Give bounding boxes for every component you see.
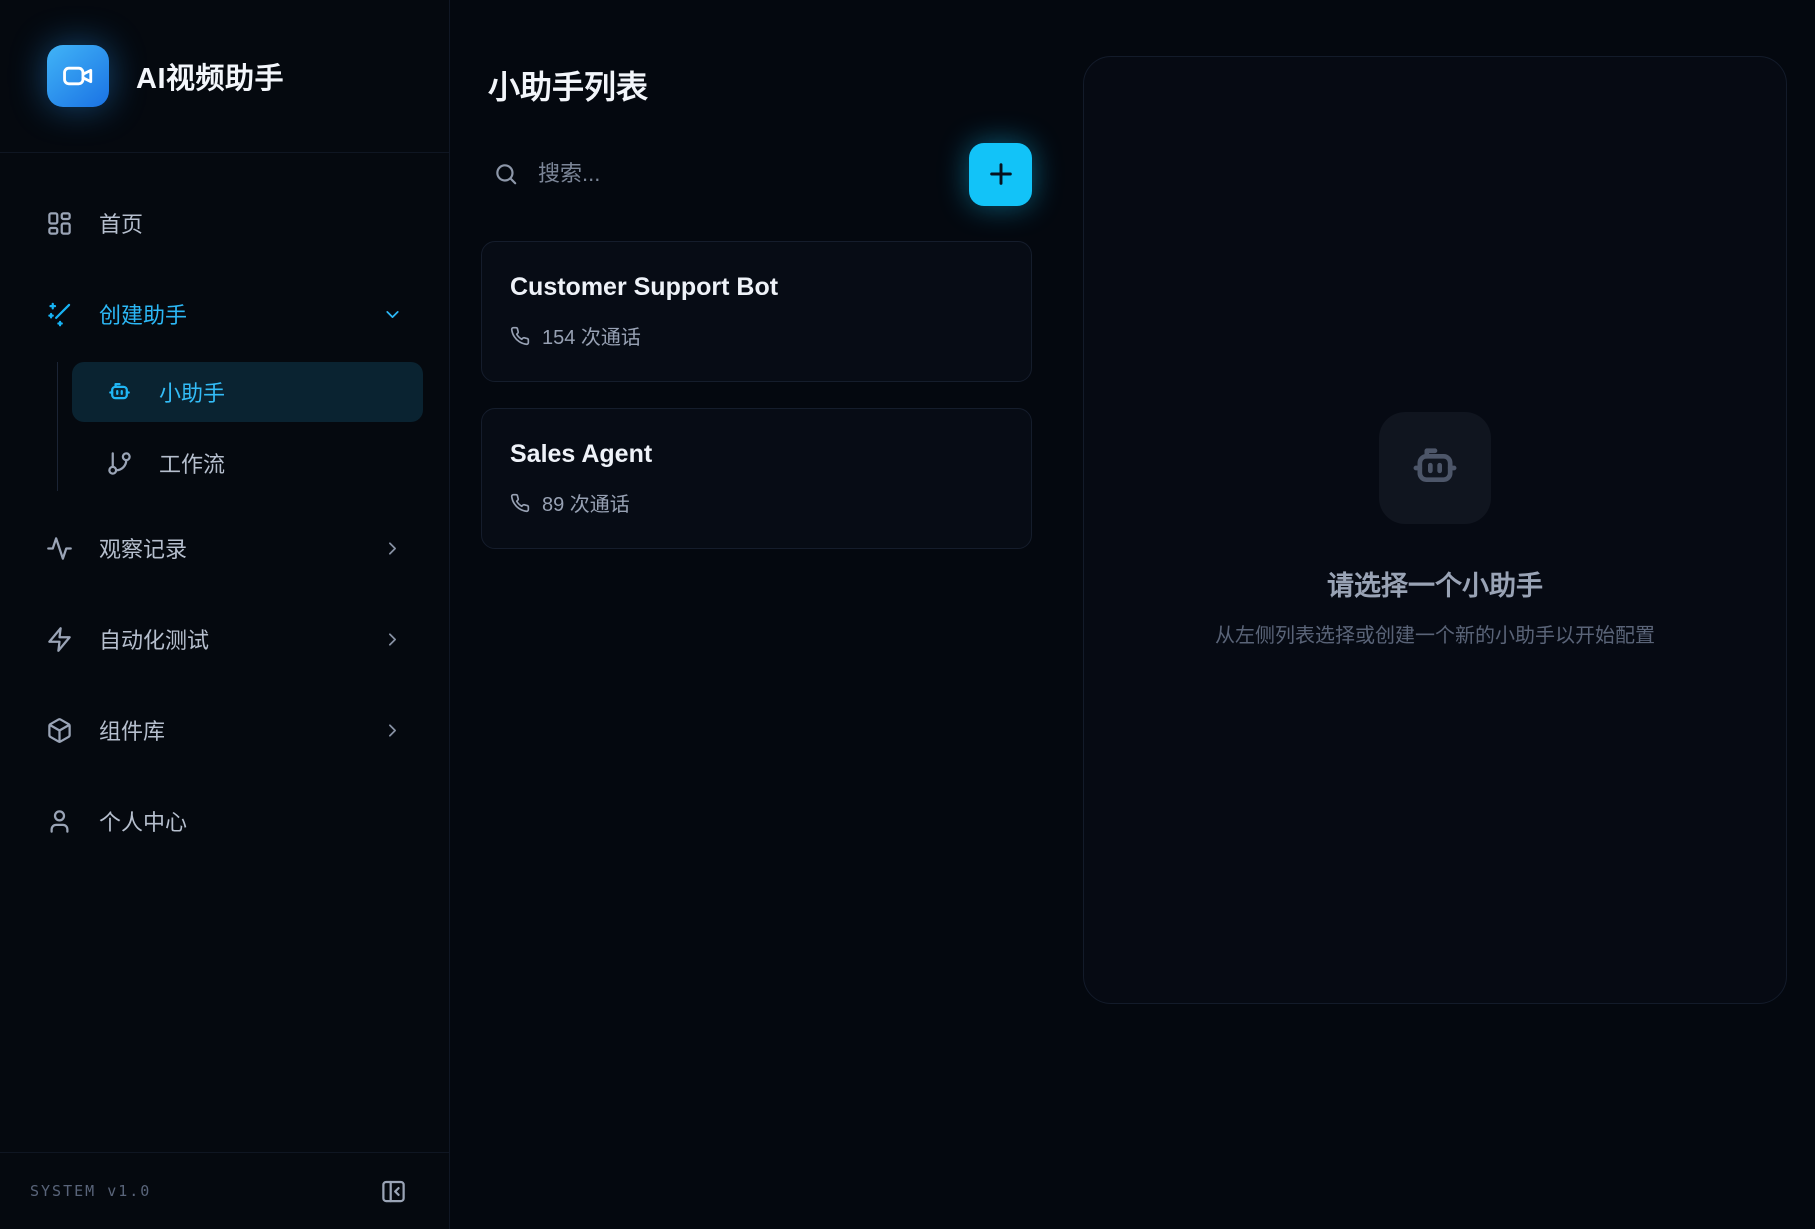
- sidebar-item-label: 自动化测试: [99, 623, 356, 655]
- assistant-card[interactable]: Sales Agent 89 次通话: [481, 408, 1032, 549]
- chevron-down-icon: [382, 304, 403, 325]
- phone-icon: [510, 326, 530, 346]
- app-header: AI视频助手: [0, 0, 449, 153]
- activity-icon: [46, 535, 73, 562]
- page-title: 小助手列表: [488, 62, 1032, 108]
- bot-icon: [106, 379, 133, 406]
- plus-icon: [985, 158, 1017, 190]
- box-icon: [46, 717, 73, 744]
- empty-state-title: 请选择一个小助手: [1215, 564, 1655, 603]
- phone-icon: [510, 493, 530, 513]
- sidebar-item-workflow[interactable]: 工作流: [72, 435, 423, 491]
- layout-dashboard-icon: [46, 210, 73, 237]
- create-assistant-submenu: 小助手 工作流: [57, 362, 423, 491]
- sidebar-item-observe-logs[interactable]: 观察记录: [26, 520, 423, 576]
- assistant-list-panel: 小助手列表 Customer Support Bot 154 次通话: [481, 56, 1032, 1229]
- chevron-right-icon: [382, 629, 403, 650]
- sidebar-item-label: 首页: [99, 207, 403, 239]
- user-icon: [46, 808, 73, 835]
- assistant-name: Customer Support Bot: [510, 273, 1003, 302]
- sidebar-item-label: 工作流: [159, 447, 403, 479]
- search-input[interactable]: [536, 160, 952, 188]
- system-version: SYSTEM v1.0: [30, 1182, 151, 1200]
- sidebar-item-profile[interactable]: 个人中心: [26, 793, 423, 849]
- collapse-sidebar-button[interactable]: [380, 1178, 407, 1205]
- sidebar-item-component-library[interactable]: 组件库: [26, 702, 423, 758]
- sidebar-item-automation-test[interactable]: 自动化测试: [26, 611, 423, 667]
- call-count: 154 次通话: [542, 321, 641, 350]
- sidebar-item-label: 小助手: [159, 376, 403, 408]
- empty-state-icon-box: [1379, 412, 1491, 524]
- panel-left-close-icon: [380, 1178, 407, 1205]
- search-bar: [481, 142, 1032, 206]
- sidebar-footer: SYSTEM v1.0: [0, 1152, 449, 1229]
- empty-state-subtitle: 从左侧列表选择或创建一个新的小助手以开始配置: [1215, 619, 1655, 648]
- app-title: AI视频助手: [136, 55, 284, 97]
- sidebar-item-create-assistant[interactable]: 创建助手: [26, 286, 423, 342]
- assistant-meta: 89 次通话: [510, 488, 1003, 517]
- call-count: 89 次通话: [542, 488, 630, 517]
- sidebar: AI视频助手 首页 创建助手: [0, 0, 450, 1229]
- add-assistant-button[interactable]: [969, 143, 1032, 206]
- git-branch-icon: [106, 450, 133, 477]
- main-content: 小助手列表 Customer Support Bot 154 次通话: [450, 0, 1815, 1229]
- sidebar-item-label: 创建助手: [99, 298, 356, 330]
- wand-sparkles-icon: [46, 301, 73, 328]
- sidebar-item-assistant[interactable]: 小助手: [72, 362, 423, 422]
- bot-icon: [1407, 440, 1463, 496]
- zap-icon: [46, 626, 73, 653]
- sidebar-item-label: 个人中心: [99, 805, 403, 837]
- sidebar-item-label: 组件库: [99, 714, 356, 746]
- video-camera-icon: [61, 59, 95, 93]
- empty-state: 请选择一个小助手 从左侧列表选择或创建一个新的小助手以开始配置: [1215, 412, 1655, 648]
- detail-panel: 请选择一个小助手 从左侧列表选择或创建一个新的小助手以开始配置: [1083, 56, 1787, 1004]
- chevron-right-icon: [382, 538, 403, 559]
- sidebar-nav: 首页 创建助手 小助手: [0, 153, 449, 1152]
- search-icon: [493, 161, 519, 187]
- assistant-meta: 154 次通话: [510, 321, 1003, 350]
- app-logo: [47, 45, 109, 107]
- sidebar-item-label: 观察记录: [99, 532, 356, 564]
- assistant-card[interactable]: Customer Support Bot 154 次通话: [481, 241, 1032, 382]
- assistant-cards: Customer Support Bot 154 次通话 Sales Agent…: [481, 241, 1032, 549]
- assistant-name: Sales Agent: [510, 440, 1003, 469]
- chevron-right-icon: [382, 720, 403, 741]
- sidebar-item-home[interactable]: 首页: [26, 195, 423, 251]
